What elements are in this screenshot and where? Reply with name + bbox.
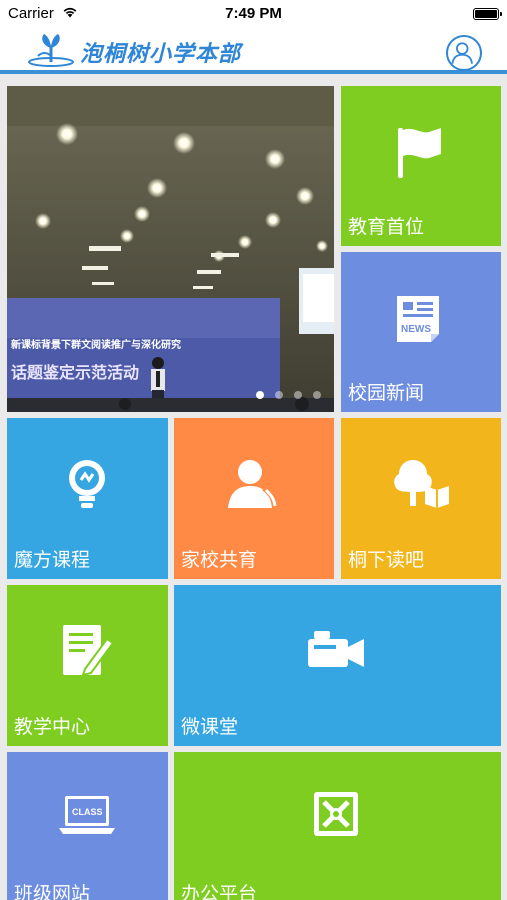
tile-label-class-site: 班级网站 [14, 883, 91, 900]
tile-label-news: 校园新闻 [348, 382, 425, 404]
carousel-dot-3[interactable] [294, 391, 302, 399]
tile-label-micro-class: 微课堂 [181, 716, 239, 738]
tile-education-priority[interactable]: 教育首位 [341, 86, 501, 246]
tile-label-education: 教育首位 [348, 216, 425, 238]
laptop-icon: CLASS [59, 796, 115, 834]
tile-campus-news[interactable]: NEWS 校园新闻 [341, 252, 501, 412]
tile-teaching-center[interactable]: 教学中心 [7, 585, 168, 746]
carousel-dot-1[interactable] [256, 391, 264, 399]
lightbulb-icon [69, 460, 105, 508]
tree-book-icon [394, 460, 449, 508]
flag-icon [398, 128, 441, 178]
tile-micro-class[interactable]: 微课堂 [174, 585, 501, 746]
news-icon-text: NEWS [401, 324, 431, 335]
tile-label-reading: 桐下读吧 [348, 549, 425, 571]
video-camera-icon [308, 631, 364, 667]
school-logo-icon [28, 34, 74, 67]
user-profile-button[interactable] [446, 35, 482, 71]
nav-bar: 泡桐树小学本部 [0, 28, 507, 74]
app-title: 泡桐树小学本部 [80, 41, 242, 67]
banner-stage-text-2: 话题鉴定示范活动 [11, 363, 139, 382]
document-pen-icon [63, 625, 115, 677]
carousel-pagination[interactable] [256, 391, 321, 399]
status-bar: Carrier 7:49 PM [0, 0, 507, 28]
tile-magic-cube-course[interactable]: 魔方课程 [7, 418, 168, 579]
tile-grid: 新课标背景下群文阅读推广与深化研究 话题鉴定示范活动 教育首位 NEWS 校园新… [0, 78, 507, 900]
tile-class-website[interactable]: CLASS 班级网站 [7, 752, 168, 900]
tile-home-school[interactable]: 家校共育 [174, 418, 334, 579]
battery-icon [473, 8, 502, 20]
tile-label-office: 办公平台 [181, 883, 258, 900]
tile-label-teaching: 教学中心 [14, 716, 91, 738]
banner-carousel[interactable]: 新课标背景下群文阅读推广与深化研究 话题鉴定示范活动 [7, 86, 334, 412]
person-phone-icon [228, 460, 279, 508]
tile-reading-corner[interactable]: 桐下读吧 [341, 418, 501, 579]
carousel-dot-2[interactable] [275, 391, 283, 399]
user-icon [451, 42, 473, 64]
laptop-icon-text: CLASS [72, 807, 103, 817]
clock: 7:49 PM [225, 5, 282, 22]
banner-photo: 新课标背景下群文阅读推广与深化研究 话题鉴定示范活动 [7, 86, 334, 412]
tile-label-home-school: 家校共育 [181, 549, 258, 571]
news-icon: NEWS [397, 296, 439, 342]
banner-stage-text-1: 新课标背景下群文阅读推广与深化研究 [11, 338, 181, 351]
office-platform-icon [314, 792, 358, 836]
tile-label-course: 魔方课程 [14, 549, 91, 571]
tile-office-platform[interactable]: 办公平台 [174, 752, 501, 900]
carousel-dot-4[interactable] [313, 391, 321, 399]
